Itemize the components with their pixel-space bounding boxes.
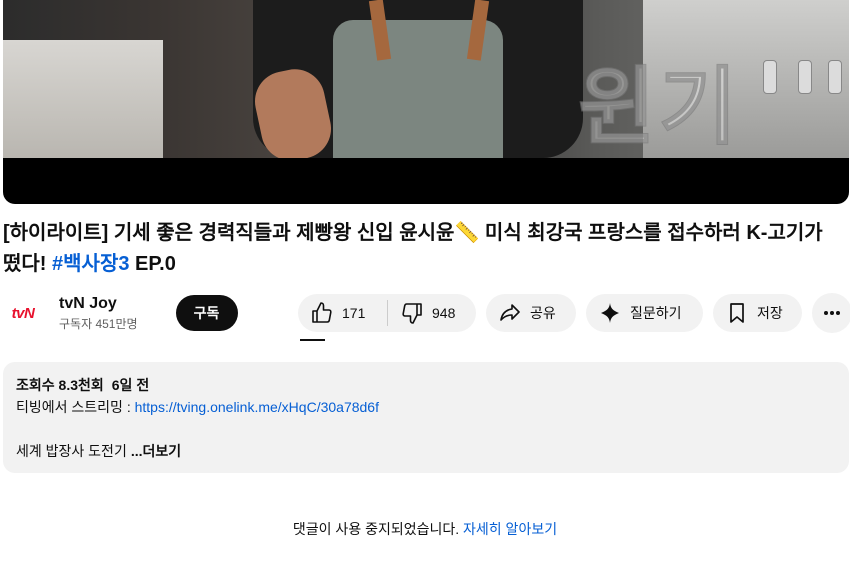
description-snippet-line: 세계 밥장사 도전기 ...더보기 [16, 440, 836, 462]
video-watermark: 윈기 [577, 57, 741, 157]
dislike-button[interactable]: 948 [388, 294, 455, 332]
share-button[interactable]: 공유 [486, 294, 576, 332]
save-button[interactable]: 저장 [713, 294, 802, 332]
save-label: 저장 [757, 305, 783, 321]
subscribe-button[interactable]: 구독 [175, 295, 238, 331]
thumbs-down-icon [400, 301, 424, 325]
video-tap-shape [828, 60, 842, 94]
description-snippet: 세계 밥장사 도전기 [16, 443, 127, 459]
video-title: [하이라이트] 기세 좋은 경력직들과 제빵왕 신입 윤시윤📏 미식 최강국 프… [3, 218, 843, 280]
video-tap-shape [763, 60, 777, 94]
learn-more-link[interactable]: 자세히 알아보기 [463, 521, 557, 537]
show-more-button[interactable]: ...더보기 [131, 443, 181, 459]
video-frame[interactable]: 윈기 [3, 0, 849, 158]
like-dislike-group: 171 948 [298, 294, 476, 332]
like-count: 171 [342, 305, 366, 321]
video-shelf-shape [3, 40, 163, 158]
description-box[interactable]: 조회수 8.3천회 6일 전 티빙에서 스트리밍 : https://tving.… [3, 362, 849, 473]
more-actions-button[interactable] [812, 293, 850, 333]
comments-disabled-notice: 댓글이 사용 중지되었습니다. 자세히 알아보기 [0, 519, 850, 539]
title-episode: EP.0 [129, 253, 176, 275]
sparkle-icon [598, 301, 622, 325]
stream-prefix: 티빙에서 스트리밍 : [16, 399, 135, 415]
channel-name[interactable]: tvN Joy [59, 293, 138, 315]
ask-label: 질문하기 [630, 305, 682, 321]
hashtag-link[interactable]: #백사장3 [52, 253, 129, 275]
channel-owner: tvN tvN Joy 구독자 451만명 구독 [3, 291, 238, 335]
share-arrow-icon [498, 301, 522, 325]
stream-line: 티빙에서 스트리밍 : https://tving.onelink.me/xHq… [16, 396, 836, 418]
ruler-emoji: 📏 [454, 222, 480, 244]
tvn-logo: tvN [11, 304, 35, 322]
video-tap-shape [798, 60, 812, 94]
description-meta: 조회수 8.3천회 6일 전 [16, 374, 836, 396]
channel-avatar[interactable]: tvN [3, 293, 43, 333]
video-player[interactable]: 윈기 [3, 0, 849, 204]
dislike-count: 948 [432, 305, 456, 321]
action-bar: 171 948 공유 질문하기 저장 [298, 293, 850, 333]
stream-link[interactable]: https://tving.onelink.me/xHqC/30a78d6f [135, 399, 379, 415]
subscriber-count: 구독자 451만명 [59, 317, 138, 331]
view-count: 조회수 8.3천회 [16, 377, 104, 393]
channel-info: tvN Joy 구독자 451만명 [59, 293, 138, 333]
bookmark-icon [725, 301, 749, 325]
share-label: 공유 [530, 305, 556, 321]
thumbs-up-icon [310, 301, 334, 325]
comments-disabled-text: 댓글이 사용 중지되었습니다. [292, 521, 464, 537]
like-button[interactable]: 171 [298, 294, 387, 332]
like-underline [300, 339, 325, 341]
title-main: [하이라이트] 기세 좋은 경력직들과 제빵왕 신입 윤시윤 [3, 222, 455, 244]
more-horizontal-icon [820, 301, 844, 325]
ask-button[interactable]: 질문하기 [586, 294, 703, 332]
upload-age: 6일 전 [111, 377, 150, 393]
